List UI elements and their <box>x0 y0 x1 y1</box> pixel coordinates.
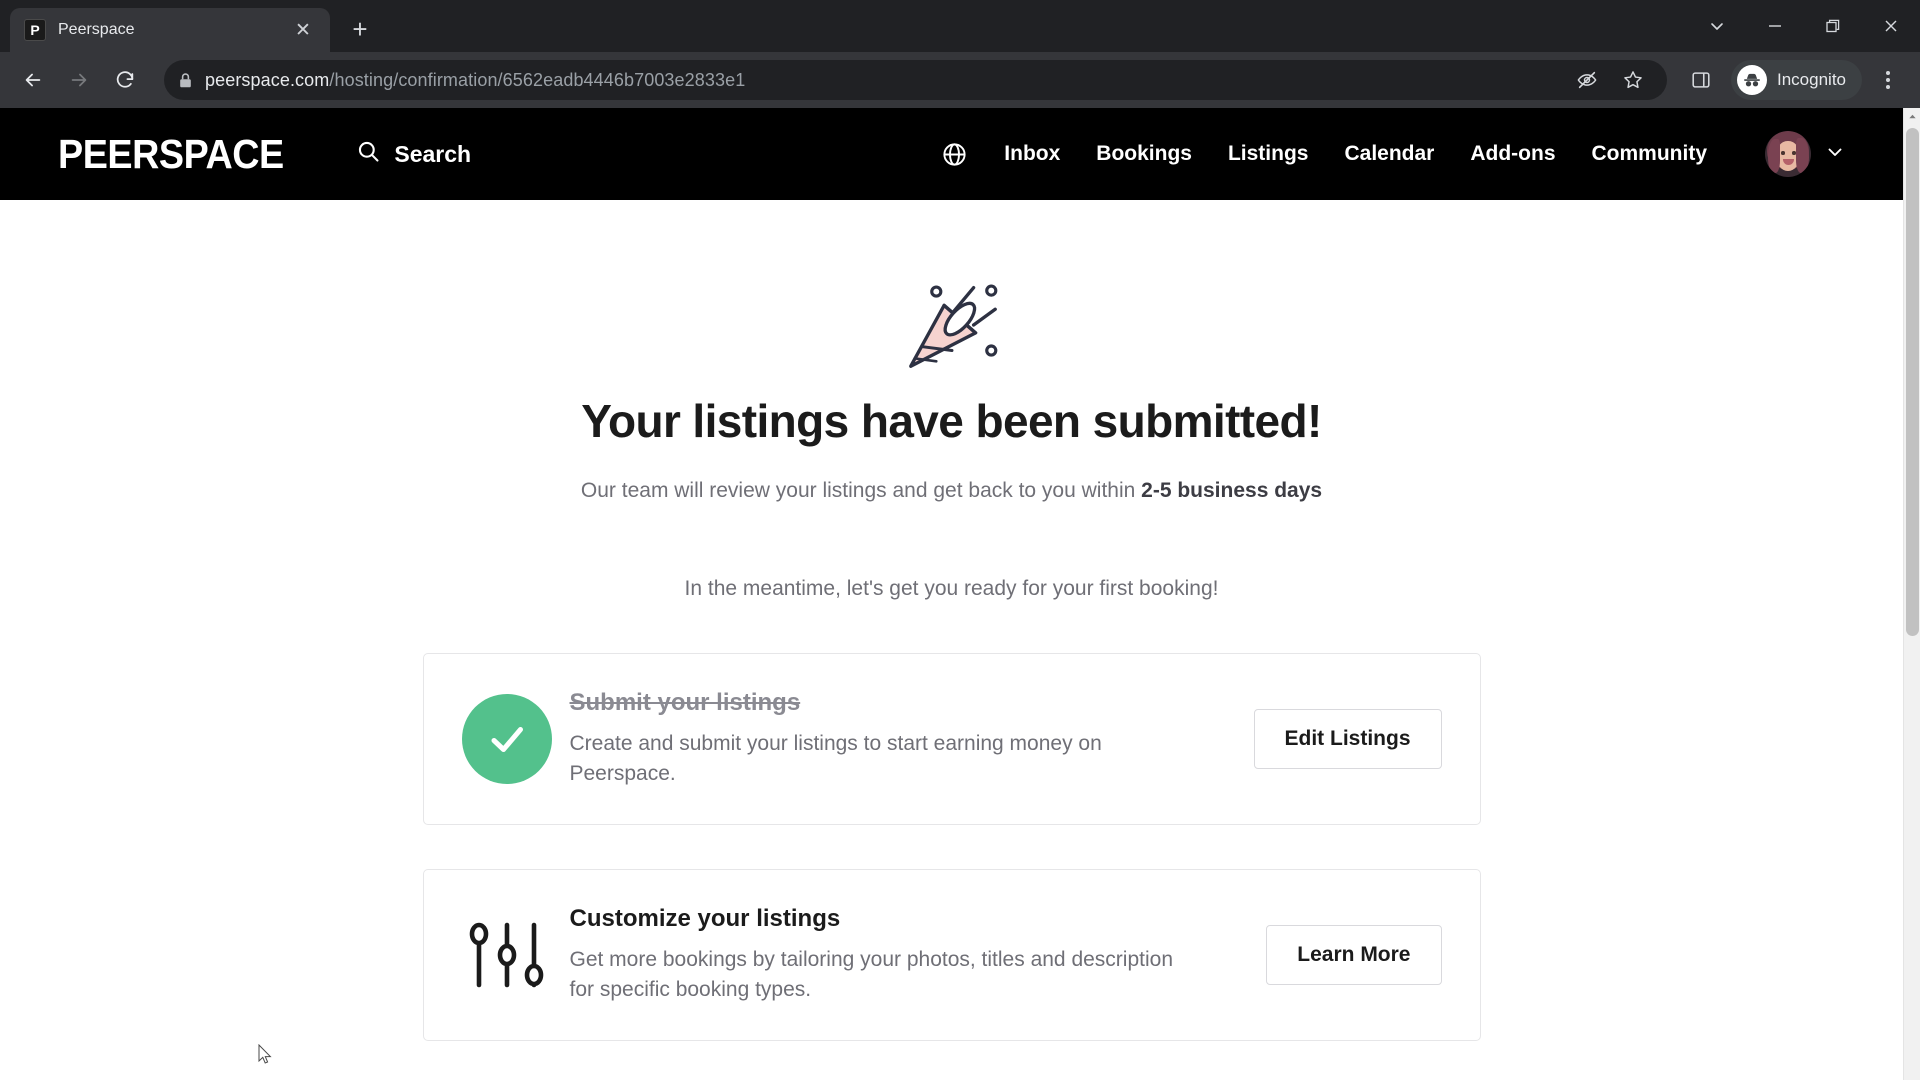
incognito-icon <box>1737 65 1767 95</box>
review-note-prefix: Our team will review your listings and g… <box>580 479 1142 503</box>
omnibox-actions <box>1567 60 1653 100</box>
url-text: peerspace.com/hosting/confirmation/6562e… <box>205 70 1555 91</box>
globe-icon[interactable] <box>941 141 968 168</box>
browser-tab[interactable]: P Peerspace ✕ <box>10 8 330 52</box>
sliders-icon <box>469 922 543 988</box>
browser-titlebar: P Peerspace ✕ + <box>0 0 1920 52</box>
close-icon[interactable] <box>1862 0 1920 52</box>
nav-item-listings[interactable]: Listings <box>1228 142 1309 166</box>
step-action: Learn More <box>1266 925 1442 986</box>
step-title: Customize your listings <box>569 905 841 933</box>
search-label: Search <box>394 140 472 167</box>
page-title: Your listings have been submitted! <box>581 395 1322 447</box>
learn-more-button[interactable]: Learn More <box>1266 925 1442 986</box>
tab-search-icon[interactable] <box>1688 0 1746 52</box>
back-arrow-icon[interactable] <box>12 59 54 101</box>
green-check-circle-icon <box>461 694 552 785</box>
side-panel-icon[interactable] <box>1681 60 1721 100</box>
search-button[interactable]: Search <box>356 139 471 169</box>
peerspace-logo[interactable]: PEERSPACE <box>58 133 284 175</box>
incognito-label: Incognito <box>1777 70 1846 89</box>
tab-title: Peerspace <box>58 21 135 38</box>
step-card-submit-listings: Submit your listings Create and submit y… <box>422 653 1481 826</box>
browser-window: P Peerspace ✕ + peerspace.com/hosting/co… <box>0 0 1920 1080</box>
step-card-customize-listings: Customize your listings Get more booking… <box>422 869 1481 1042</box>
meantime-note: In the meantime, let's get you ready for… <box>684 576 1219 600</box>
review-note: Our team will review your listings and g… <box>0 476 1903 505</box>
nav-item-community[interactable]: Community <box>1592 142 1708 166</box>
reload-icon[interactable] <box>104 59 146 101</box>
next-steps-list: Submit your listings Create and submit y… <box>422 653 1481 1042</box>
step-description: Create and submit your listings to start… <box>569 732 1102 785</box>
edit-listings-button[interactable]: Edit Listings <box>1253 709 1442 770</box>
party-popper-icon <box>908 284 997 368</box>
step-body: Customize your listings Get more booking… <box>570 905 1267 1004</box>
tab-strip: P Peerspace ✕ + <box>0 0 380 52</box>
nav-item-inbox[interactable]: Inbox <box>1004 142 1060 166</box>
close-tab-icon[interactable]: ✕ <box>290 17 316 43</box>
forward-arrow-icon[interactable] <box>58 59 100 101</box>
kebab-menu-icon[interactable] <box>1868 60 1908 100</box>
lock-icon <box>178 72 193 89</box>
search-icon <box>356 139 381 169</box>
avatar <box>1765 131 1811 177</box>
step-action: Edit Listings <box>1253 709 1442 770</box>
step-title: Submit your listings <box>569 689 801 717</box>
step-description: Get more bookings by tailoring your phot… <box>569 948 1174 1001</box>
eye-off-icon[interactable] <box>1567 60 1607 100</box>
nav-item-bookings[interactable]: Bookings <box>1096 142 1192 166</box>
scroll-up-arrow-icon[interactable] <box>1904 108 1920 125</box>
star-icon[interactable] <box>1613 60 1653 100</box>
new-tab-button[interactable]: + <box>340 9 380 49</box>
confirmation-content: Your listings have been submitted! Our t… <box>0 200 1903 1080</box>
address-bar[interactable]: peerspace.com/hosting/confirmation/6562e… <box>164 60 1667 100</box>
step-icon-wrapper <box>461 694 570 785</box>
site-header: PEERSPACE Search Inbox Bookings Listings… <box>0 108 1903 200</box>
minimize-icon[interactable] <box>1746 0 1804 52</box>
scrollbar-thumb[interactable] <box>1906 128 1919 636</box>
review-note-highlight: 2-5 business days <box>1141 479 1323 503</box>
page-scrollbar[interactable] <box>1903 108 1920 1080</box>
chevron-down-icon <box>1825 142 1845 167</box>
favicon-letter: P <box>30 22 40 38</box>
nav-item-add-ons[interactable]: Add-ons <box>1470 142 1555 166</box>
page-content: PEERSPACE Search Inbox Bookings Listings… <box>0 108 1903 1080</box>
step-icon-wrapper <box>462 909 570 1001</box>
page-viewport: PEERSPACE Search Inbox Bookings Listings… <box>0 108 1920 1080</box>
window-controls <box>1688 0 1920 52</box>
restore-icon[interactable] <box>1804 0 1862 52</box>
main-nav: Inbox Bookings Listings Calendar Add-ons… <box>941 131 1845 177</box>
incognito-indicator[interactable]: Incognito <box>1731 60 1862 100</box>
browser-toolbar: peerspace.com/hosting/confirmation/6562e… <box>0 52 1920 108</box>
step-body: Submit your listings Create and submit y… <box>570 689 1254 788</box>
account-menu[interactable] <box>1765 131 1845 177</box>
nav-item-calendar[interactable]: Calendar <box>1344 142 1434 166</box>
peerspace-favicon: P <box>24 19 46 41</box>
url-path: /hosting/confirmation/6562eadb4446b7003e… <box>329 69 746 90</box>
url-host: peerspace.com <box>205 69 330 90</box>
